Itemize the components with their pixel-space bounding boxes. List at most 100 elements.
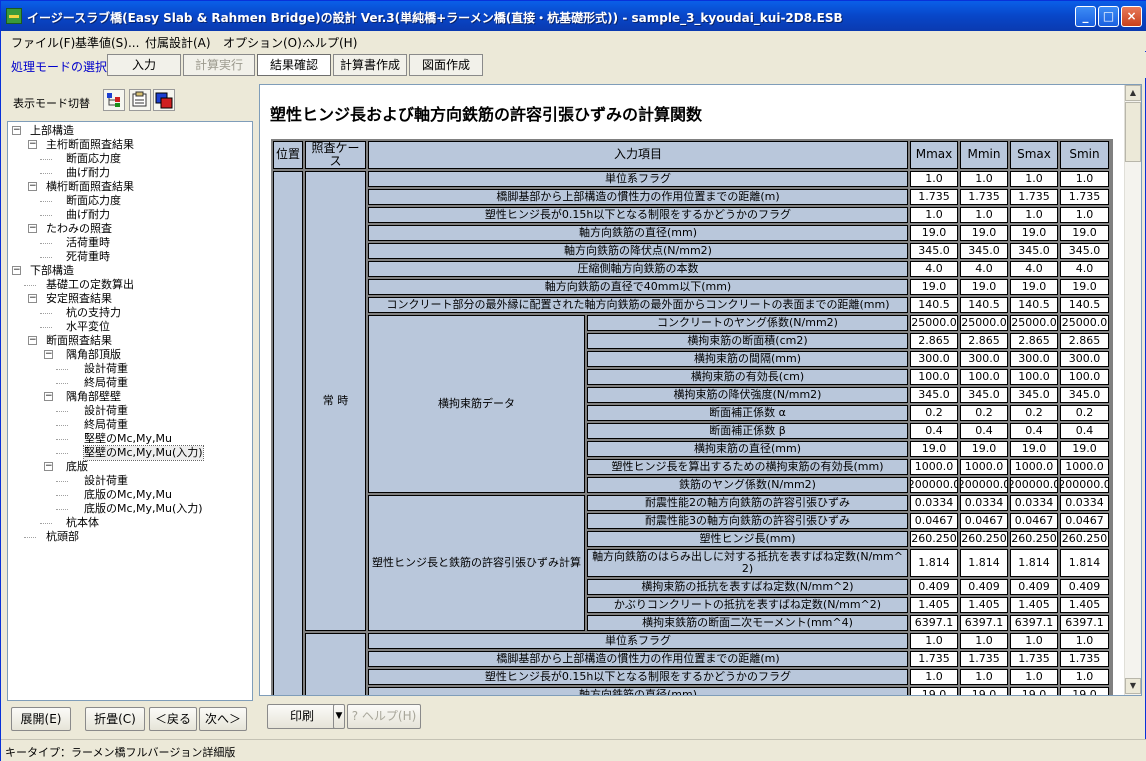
- tree-item[interactable]: 断面応力度: [66, 194, 121, 208]
- back-button[interactable]: ＜戻る: [149, 707, 197, 731]
- tree-collapse-icon[interactable]: −: [28, 336, 37, 345]
- vertical-scrollbar[interactable]: ▲ ▼: [1124, 85, 1141, 695]
- value-cell: 2.865: [910, 333, 958, 349]
- expand-button[interactable]: 展開(E): [11, 707, 71, 731]
- tree-item[interactable]: 終局荷重: [84, 376, 128, 390]
- tree-item[interactable]: 水平変位: [66, 320, 110, 334]
- value-cell: 345.0: [910, 387, 958, 403]
- menu-options[interactable]: オプション(O)...: [223, 34, 313, 51]
- help-button[interactable]: ? ヘルプ(H): [347, 704, 421, 729]
- scroll-down-icon[interactable]: ▼: [1125, 678, 1141, 694]
- tree-collapse-icon[interactable]: −: [12, 126, 21, 135]
- menu-attached-design[interactable]: 付属設計(A): [145, 34, 211, 51]
- value-cell: 1.0: [910, 633, 958, 649]
- tree-connector: [56, 453, 68, 454]
- value-cell: 6397.1: [1010, 615, 1058, 631]
- tab-results[interactable]: 結果確認: [257, 54, 331, 76]
- tree-connector: [40, 215, 52, 216]
- tab-report[interactable]: 計算書作成: [333, 54, 407, 76]
- tree-item[interactable]: 下部構造: [30, 264, 74, 278]
- tab-input[interactable]: 入力: [107, 54, 181, 76]
- mmin-header: Mmin: [960, 141, 1008, 169]
- tree-item[interactable]: 堅壁のMc,My,Mu(入力): [83, 445, 204, 461]
- menu-standard-values[interactable]: 基準値(S)...: [75, 34, 139, 51]
- tree-item[interactable]: 隅角部壁壁: [66, 390, 121, 404]
- status-text: キータイプ：ラーメン橋フルバージョン詳細版: [5, 746, 236, 759]
- tree-item[interactable]: 杭本体: [66, 516, 99, 530]
- value-cell: 1.735: [910, 651, 958, 667]
- result-tree[interactable]: − 上部構造 − 主桁断面照査結果 断面応力度 曲げ耐力 − 横桁断面照査結果 断面応力度 曲げ耐…: [7, 121, 253, 701]
- tree-item[interactable]: 横桁断面照査結果: [46, 180, 134, 194]
- tab-drawing[interactable]: 図面作成: [409, 54, 483, 76]
- tree-item[interactable]: 底版のMc,My,Mu(入力): [84, 502, 203, 516]
- value-cell: 19.0: [910, 225, 958, 241]
- value-cell: 6397.1: [1060, 615, 1109, 631]
- collapse-button[interactable]: 折畳(C): [85, 707, 145, 731]
- scroll-thumb[interactable]: [1125, 102, 1141, 162]
- value-cell: 1000.0: [1010, 459, 1058, 475]
- tree-item[interactable]: 上部構造: [30, 124, 74, 138]
- tree-connector: [56, 411, 68, 412]
- tree-connector: [40, 201, 52, 202]
- tree-item[interactable]: 隅角部頂版: [66, 348, 121, 362]
- value-cell: 345.0: [1010, 387, 1058, 403]
- tree-item[interactable]: 設計荷重: [84, 404, 128, 418]
- maximize-button[interactable]: □: [1098, 6, 1119, 27]
- tree-item[interactable]: 底版のMc,My,Mu: [84, 488, 172, 502]
- tree-collapse-icon[interactable]: −: [28, 224, 37, 233]
- group-label-plastic-hinge: 塑性ヒンジ長と鉄筋の許容引張ひずみ計算: [368, 495, 585, 631]
- tree-collapse-icon[interactable]: −: [28, 294, 37, 303]
- tree-item[interactable]: 設計荷重: [84, 362, 128, 376]
- scroll-up-icon[interactable]: ▲: [1125, 85, 1141, 101]
- tree-connector: [40, 523, 52, 524]
- tree-item[interactable]: 断面照査結果: [46, 334, 112, 348]
- tree-item[interactable]: 基礎工の定数算出: [46, 278, 134, 292]
- tree-item[interactable]: 曲げ耐力: [66, 208, 110, 222]
- smin-header: Smin: [1060, 141, 1109, 169]
- input-label: 塑性ヒンジ長が0.15h以下となる制限をするかどうかのフラグ: [368, 669, 908, 685]
- window-layout-icon[interactable]: [153, 89, 175, 111]
- tree-collapse-icon[interactable]: −: [44, 350, 53, 359]
- tree-item[interactable]: 堅壁のMc,My,Mu: [84, 432, 172, 446]
- close-button[interactable]: ×: [1121, 6, 1142, 27]
- input-label: 軸方向鉄筋の直径で40mm以下(mm): [368, 279, 908, 295]
- value-cell: 140.5: [910, 297, 958, 313]
- tree-collapse-icon[interactable]: −: [12, 266, 21, 275]
- tree-collapse-icon[interactable]: −: [44, 462, 53, 471]
- value-cell: 0.0467: [910, 513, 958, 529]
- value-cell: 345.0: [1060, 243, 1109, 259]
- tree-item[interactable]: 主桁断面照査結果: [46, 138, 134, 152]
- menu-file[interactable]: ファイル(F): [11, 34, 75, 51]
- menu-help[interactable]: ヘルプ(H): [303, 34, 357, 51]
- print-dropdown-icon[interactable]: ▼: [333, 704, 345, 729]
- tree-collapse-icon[interactable]: −: [28, 182, 37, 191]
- value-cell: 0.0467: [1010, 513, 1058, 529]
- tree-item[interactable]: 断面応力度: [66, 152, 121, 166]
- tree-item[interactable]: 終局荷重: [84, 418, 128, 432]
- value-cell: 4.0: [960, 261, 1008, 277]
- tree-item[interactable]: 死荷重時: [66, 250, 110, 264]
- tree-item[interactable]: 曲げ耐力: [66, 166, 110, 180]
- print-button[interactable]: 印刷: [267, 704, 337, 729]
- content-pane: 塑性ヒンジ長および軸方向鉄筋の許容引張ひずみの計算関数 位置 照査ケース 入力項目 M…: [259, 84, 1142, 696]
- tree-item[interactable]: 活荷重時: [66, 236, 110, 250]
- group-label-confinement: 横拘束筋データ: [368, 315, 585, 493]
- value-cell: 1.814: [1010, 549, 1058, 577]
- tree-collapse-icon[interactable]: −: [28, 140, 37, 149]
- tree-connector: [56, 495, 68, 496]
- tree-collapse-icon[interactable]: −: [44, 392, 53, 401]
- tree-item[interactable]: 設計荷重: [84, 474, 128, 488]
- value-cell: 1.0: [960, 207, 1008, 223]
- tab-execute[interactable]: 計算実行: [183, 54, 255, 76]
- tree-item[interactable]: 杭の支持力: [66, 306, 121, 320]
- tree-view-icon[interactable]: [103, 89, 125, 111]
- next-button[interactable]: 次へ＞: [199, 707, 247, 731]
- input-label: 耐震性能3の軸方向鉄筋の許容引張ひずみ: [587, 513, 908, 529]
- tree-item[interactable]: 杭頭部: [46, 530, 79, 544]
- value-cell: 300.0: [910, 351, 958, 367]
- minimize-button[interactable]: _: [1075, 6, 1096, 27]
- properties-icon[interactable]: [129, 89, 151, 111]
- tree-item[interactable]: 安定照査結果: [46, 292, 112, 306]
- tree-item[interactable]: たわみの照査: [46, 222, 112, 236]
- tree-item[interactable]: 底版: [66, 460, 88, 474]
